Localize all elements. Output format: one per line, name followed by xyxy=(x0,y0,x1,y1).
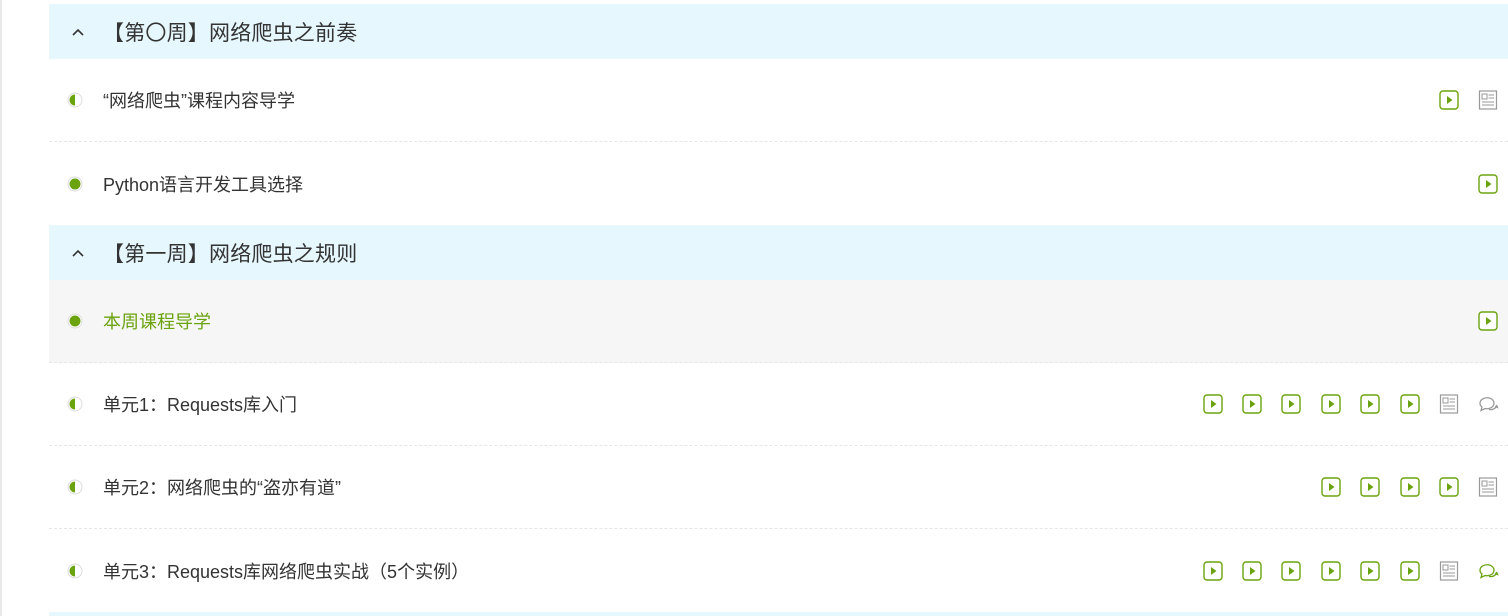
lesson-title[interactable]: “网络爬虫”课程内容导学 xyxy=(103,87,295,113)
lesson-units xyxy=(1469,142,1508,225)
video-unit-icon[interactable] xyxy=(1193,394,1232,414)
lesson-row[interactable]: 单元1：Requests库入门 xyxy=(49,363,1508,446)
lesson-row[interactable]: 单元2：网络爬虫的“盗亦有道” xyxy=(49,446,1508,529)
next-chapter-header-edge xyxy=(49,612,1508,616)
lesson-units xyxy=(1193,363,1508,445)
video-unit-icon[interactable] xyxy=(1232,560,1271,581)
lesson-title[interactable]: 单元3：Requests库网络爬虫实战（5个实例） xyxy=(103,558,469,584)
video-unit-icon[interactable] xyxy=(1311,560,1350,581)
partial-status-icon xyxy=(67,479,83,495)
video-unit-icon[interactable] xyxy=(1311,394,1350,414)
partial-status-icon xyxy=(67,396,83,412)
video-unit-icon[interactable] xyxy=(1390,560,1429,581)
video-unit-icon[interactable] xyxy=(1232,394,1271,414)
completed-status-icon xyxy=(67,176,83,192)
chevron-up-icon[interactable] xyxy=(71,246,85,260)
video-unit-icon[interactable] xyxy=(1390,394,1429,414)
chapter-header[interactable]: 【第一周】网络爬虫之规则 xyxy=(49,225,1508,280)
lesson-title[interactable]: Python语言开发工具选择 xyxy=(103,171,303,197)
course-syllabus: 【第〇周】网络爬虫之前奏 “网络爬虫”课程内容导学 Python语言开发工具选择【第… xyxy=(49,4,1508,612)
video-unit-icon[interactable] xyxy=(1350,477,1389,497)
video-unit-icon[interactable] xyxy=(1390,477,1429,497)
video-unit-icon[interactable] xyxy=(1429,477,1468,497)
video-unit-icon[interactable] xyxy=(1193,560,1232,581)
lesson-units xyxy=(1429,59,1508,141)
video-unit-icon[interactable] xyxy=(1469,173,1508,194)
discussion-unit-icon[interactable] xyxy=(1469,394,1508,414)
lesson-title[interactable]: 单元1：Requests库入门 xyxy=(103,391,297,417)
chapter-title: 【第〇周】网络爬虫之前奏 xyxy=(103,21,358,45)
video-unit-icon[interactable] xyxy=(1469,311,1508,331)
video-unit-icon[interactable] xyxy=(1272,560,1311,581)
lesson-row[interactable]: 单元3：Requests库网络爬虫实战（5个实例） xyxy=(49,529,1508,612)
lesson-row[interactable]: “网络爬虫”课程内容导学 xyxy=(49,59,1508,142)
document-unit-icon[interactable] xyxy=(1469,90,1508,110)
document-unit-icon[interactable] xyxy=(1469,477,1508,497)
partial-status-icon xyxy=(67,92,83,108)
lesson-units xyxy=(1469,280,1508,362)
video-unit-icon[interactable] xyxy=(1429,90,1468,110)
discussion-unit-icon[interactable] xyxy=(1469,561,1508,581)
completed-status-icon xyxy=(67,313,83,329)
chevron-up-icon[interactable] xyxy=(71,25,85,39)
document-unit-icon[interactable] xyxy=(1429,394,1468,414)
document-unit-icon[interactable] xyxy=(1429,560,1468,581)
video-unit-icon[interactable] xyxy=(1350,560,1389,581)
lesson-units xyxy=(1193,529,1508,612)
chapter-title: 【第一周】网络爬虫之规则 xyxy=(103,242,358,266)
lesson-units xyxy=(1311,446,1508,528)
video-unit-icon[interactable] xyxy=(1272,394,1311,414)
lesson-row[interactable]: 本周课程导学 xyxy=(49,280,1508,363)
video-unit-icon[interactable] xyxy=(1350,394,1389,414)
lesson-row[interactable]: Python语言开发工具选择 xyxy=(49,142,1508,225)
lesson-title[interactable]: 本周课程导学 xyxy=(103,308,211,334)
left-border xyxy=(0,0,2,616)
video-unit-icon[interactable] xyxy=(1311,477,1350,497)
lesson-title[interactable]: 单元2：网络爬虫的“盗亦有道” xyxy=(103,474,341,500)
chapter-header[interactable]: 【第〇周】网络爬虫之前奏 xyxy=(49,4,1508,59)
partial-status-icon xyxy=(67,563,83,579)
